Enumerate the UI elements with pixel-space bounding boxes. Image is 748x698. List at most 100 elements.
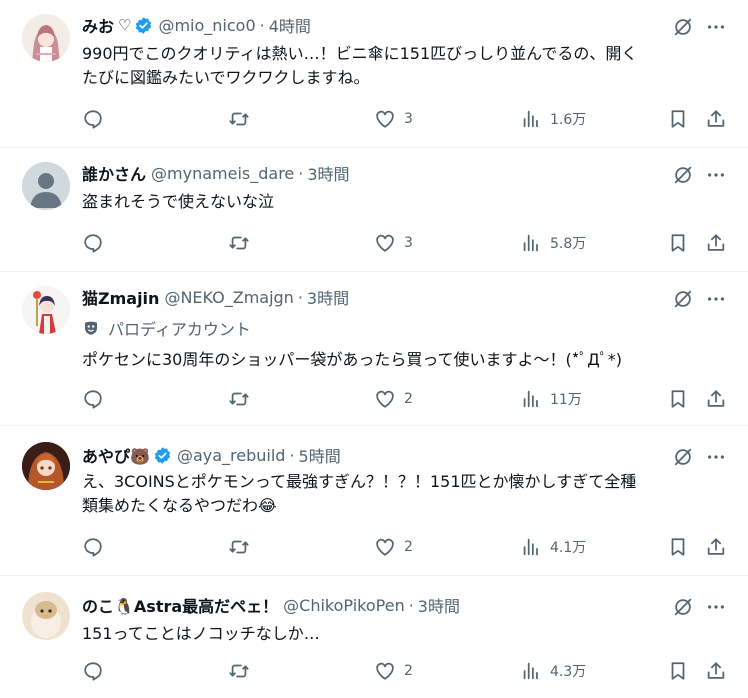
share-icon xyxy=(707,390,725,407)
tweet-header: 誰かさん @mynameis_dare · 3時間 xyxy=(82,161,350,185)
reply-button[interactable] xyxy=(82,108,104,130)
retweet-button[interactable] xyxy=(228,388,250,410)
heart-icon xyxy=(376,538,394,556)
tweet-text: ポケセンに30周年のショッパー袋があったら買って使いますよ〜！(*ﾟДﾟ*) xyxy=(82,348,722,372)
tweet-text-line: 盗まれそうで使えないな泣 xyxy=(82,192,275,211)
views-icon xyxy=(523,390,538,408)
tweet-3[interactable]: 猫Zmajin @NEKO_Zmajgn · 3時間 パロディアカウント ポケセ… xyxy=(0,272,748,426)
like-button[interactable]: 3 xyxy=(374,108,413,130)
separator-dot: · xyxy=(408,595,414,615)
tweet-5[interactable]: のこ🐧Astra最高だペェ！ @ChikoPikoPen · 3時間 151って… xyxy=(0,576,748,698)
retweet-button[interactable] xyxy=(228,108,250,130)
grok-icon[interactable] xyxy=(672,288,694,310)
tweet-1[interactable]: みお ♡ @mio_nico0 · 4時間 990円でこのクオリティは熱い…！ビ… xyxy=(0,0,748,148)
views-button[interactable]: 4.3万 xyxy=(520,660,586,682)
tweet-text-line: ポケセンに30周年のショッパー袋があったら買って使いますよ〜！(*ﾟДﾟ*) xyxy=(82,350,623,369)
heart-icon xyxy=(376,662,394,680)
like-count: 3 xyxy=(404,111,413,127)
tweet-text-line: たびに図鑑みたいでワクワクしますね。 xyxy=(82,68,370,87)
bookmark-button[interactable] xyxy=(667,108,689,130)
more-icon[interactable] xyxy=(705,164,727,186)
timestamp[interactable]: 3時間 xyxy=(418,593,460,617)
views-icon xyxy=(523,110,538,128)
avatar[interactable] xyxy=(22,442,70,490)
views-button[interactable]: 11万 xyxy=(520,388,582,410)
reply-button[interactable] xyxy=(82,660,104,682)
display-name[interactable]: みお xyxy=(82,13,114,37)
like-button[interactable]: 2 xyxy=(374,660,413,682)
display-name[interactable]: 誰かさん xyxy=(82,161,146,185)
grok-icon[interactable] xyxy=(672,446,694,468)
action-bar: 2 4.1万 xyxy=(80,536,730,560)
tweet-text: 盗まれそうで使えないな泣 xyxy=(82,190,722,214)
views-button[interactable]: 1.6万 xyxy=(520,108,586,130)
avatar[interactable] xyxy=(22,592,70,640)
share-button[interactable] xyxy=(705,388,727,410)
avatar[interactable] xyxy=(22,162,70,210)
reply-button[interactable] xyxy=(82,388,104,410)
tweet-text-line: 類集めたくなるやつだわ😂 xyxy=(82,496,277,515)
share-button[interactable] xyxy=(705,660,727,682)
tweet-text: 990円でこのクオリティは熱い…！ビニ傘に151匹びっしり並んでるの、開く たび… xyxy=(82,42,722,90)
display-name[interactable]: のこ🐧Astra最高だペェ！ xyxy=(82,593,278,617)
tweet-2[interactable]: 誰かさん @mynameis_dare · 3時間 盗まれそうで使えないな泣 3… xyxy=(0,148,748,272)
more-icon[interactable] xyxy=(705,16,727,38)
views-button[interactable]: 5.8万 xyxy=(520,232,586,254)
bookmark-button[interactable] xyxy=(667,536,689,558)
reply-icon xyxy=(84,538,102,557)
more-icon[interactable] xyxy=(705,446,727,468)
like-button[interactable]: 3 xyxy=(374,232,413,254)
heart-icon xyxy=(376,234,394,252)
avatar[interactable] xyxy=(22,14,70,62)
heart-icon xyxy=(376,390,394,408)
separator-dot: · xyxy=(297,287,303,307)
reply-icon xyxy=(84,390,102,409)
share-button[interactable] xyxy=(705,108,727,130)
handle[interactable]: @NEKO_Zmajgn xyxy=(164,288,293,307)
like-button[interactable]: 2 xyxy=(374,536,413,558)
views-count: 1.6万 xyxy=(550,112,587,128)
like-button[interactable]: 2 xyxy=(374,388,413,410)
bookmark-button[interactable] xyxy=(667,388,689,410)
reply-icon xyxy=(84,234,102,253)
reply-button[interactable] xyxy=(82,536,104,558)
handle[interactable]: @mynameis_dare xyxy=(151,164,294,183)
share-button[interactable] xyxy=(705,232,727,254)
avatar[interactable] xyxy=(22,286,70,334)
bookmark-icon xyxy=(671,538,685,556)
timestamp[interactable]: 5時間 xyxy=(299,443,341,467)
retweet-icon xyxy=(229,392,249,406)
views-button[interactable]: 4.1万 xyxy=(520,536,586,558)
handle[interactable]: @ChikoPikoPen xyxy=(283,596,405,615)
handle[interactable]: @mio_nico0 xyxy=(158,16,255,35)
bookmark-button[interactable] xyxy=(667,660,689,682)
timestamp[interactable]: 4時間 xyxy=(269,13,311,37)
timestamp[interactable]: 3時間 xyxy=(307,285,349,309)
display-name[interactable]: 猫Zmajin xyxy=(82,285,159,309)
share-button[interactable] xyxy=(705,536,727,558)
display-name[interactable]: あやぴ🐻 xyxy=(82,443,150,467)
separator-dot: · xyxy=(289,445,295,465)
grok-icon[interactable] xyxy=(672,164,694,186)
share-icon xyxy=(707,234,725,251)
like-count: 2 xyxy=(404,391,413,407)
bookmark-icon xyxy=(671,390,685,408)
handle[interactable]: @aya_rebuild xyxy=(177,446,286,465)
timestamp[interactable]: 3時間 xyxy=(307,161,349,185)
views-count: 4.1万 xyxy=(550,540,587,556)
reply-icon xyxy=(84,110,102,129)
retweet-button[interactable] xyxy=(228,660,250,682)
retweet-button[interactable] xyxy=(228,536,250,558)
more-icon[interactable] xyxy=(705,288,727,310)
more-icon[interactable] xyxy=(705,596,727,618)
like-count: 3 xyxy=(404,235,413,251)
grok-icon[interactable] xyxy=(672,16,694,38)
retweet-icon xyxy=(229,112,249,126)
reply-button[interactable] xyxy=(82,232,104,254)
bookmark-button[interactable] xyxy=(667,232,689,254)
grok-icon[interactable] xyxy=(672,596,694,618)
name-heart-emoji: ♡ xyxy=(118,16,132,34)
tweet-4[interactable]: あやぴ🐻 @aya_rebuild · 5時間 え、3COINSとポケモンって最… xyxy=(0,426,748,576)
verified-badge-icon xyxy=(136,16,152,34)
retweet-button[interactable] xyxy=(228,232,250,254)
